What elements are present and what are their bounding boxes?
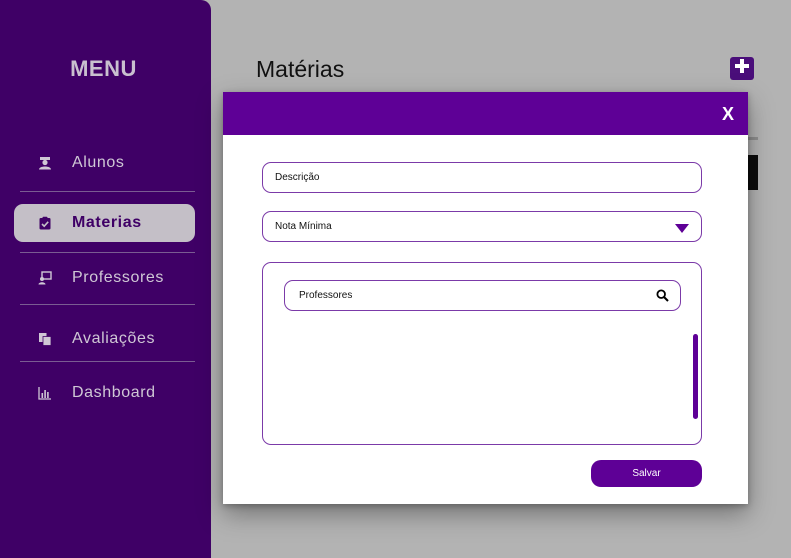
save-button[interactable]: Salvar [591, 460, 702, 487]
sidebar-divider [20, 191, 195, 192]
sidebar-item-label: Dashboard [72, 384, 156, 401]
documents-icon [38, 332, 52, 346]
search-placeholder: Professores [299, 290, 353, 301]
description-field[interactable]: Descrição [262, 162, 702, 193]
scrollbar[interactable] [693, 334, 698, 419]
sidebar-item-materias[interactable]: Materias [14, 204, 195, 242]
sidebar-divider [20, 304, 195, 305]
sidebar-item-label: Materias [72, 214, 142, 231]
search-icon[interactable] [656, 289, 669, 302]
sidebar-item-label: Professores [72, 269, 164, 286]
sidebar-divider [20, 361, 195, 362]
professors-search-input[interactable]: Professores [284, 280, 681, 311]
sidebar: MENU Alunos Materias Professores Avaliaç… [0, 0, 211, 558]
add-materia-button[interactable] [730, 57, 754, 80]
add-materia-modal: X Descrição Nota Mínima Professores Salv… [223, 92, 748, 504]
modal-header: X [223, 92, 748, 135]
min-grade-label: Nota Mínima [275, 221, 332, 232]
sidebar-item-label: Avaliações [72, 330, 156, 347]
professors-list: Professores [262, 262, 702, 445]
close-button[interactable]: X [722, 104, 734, 125]
clipboard-check-icon [38, 216, 52, 230]
sidebar-item-avaliacoes[interactable]: Avaliações [14, 320, 195, 358]
plus-icon [734, 58, 750, 79]
sidebar-item-label: Alunos [72, 154, 125, 171]
table-header-line [748, 137, 758, 140]
sidebar-item-dashboard[interactable]: Dashboard [14, 374, 195, 412]
sidebar-item-alunos[interactable]: Alunos [14, 144, 195, 182]
chevron-down-icon[interactable] [675, 224, 689, 233]
sidebar-item-professores[interactable]: Professores [14, 259, 195, 297]
teacher-icon [38, 271, 52, 285]
page-title: Matérias [256, 56, 345, 82]
bar-chart-icon [38, 386, 52, 400]
sidebar-divider [20, 252, 195, 253]
table-header-cell [748, 155, 758, 190]
menu-title: MENU [70, 56, 137, 81]
student-icon [38, 156, 52, 170]
min-grade-select[interactable]: Nota Mínima [262, 211, 702, 242]
